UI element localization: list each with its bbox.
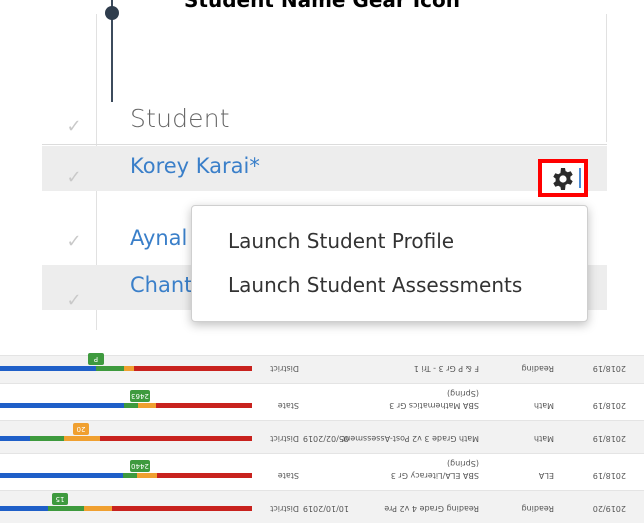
- table-header: [42, 93, 607, 145]
- assessment-name-cell[interactable]: SBA Mathematics Gr 3: [389, 401, 479, 410]
- student-name-link[interactable]: Korey Karai*: [130, 154, 260, 178]
- performance-bar-mid: [138, 403, 156, 408]
- student-column-header[interactable]: Student: [130, 104, 230, 133]
- year-cell: 2018/19: [592, 471, 626, 480]
- subject-cell: Math: [533, 401, 554, 410]
- performance-bar-target: [30, 436, 64, 441]
- performance-bar-low: [157, 473, 252, 478]
- year-cell: 2018/19: [592, 401, 626, 410]
- assessment-name-cell[interactable]: Reading Grade 4 v2 Pre: [384, 504, 479, 513]
- performance-bar-low: [156, 403, 252, 408]
- table-row: 2018/19 ELA SBA ELA/Literacy Gr 3 (Sprin…: [0, 453, 644, 490]
- student-name-link[interactable]: Aynal: [130, 226, 187, 250]
- term-cell: (Spring): [446, 459, 479, 468]
- level-cell: State: [277, 401, 299, 410]
- subject-cell: Reading: [521, 504, 554, 513]
- subject-cell: ELA: [538, 471, 554, 480]
- date-cell: 05/02/2019: [302, 434, 349, 443]
- gear-button[interactable]: [538, 159, 588, 197]
- row-check-icon[interactable]: ✓: [62, 231, 86, 252]
- performance-bar-high: [0, 436, 30, 441]
- row-check-icon[interactable]: ✓: [62, 290, 86, 311]
- performance-bar-target: [124, 403, 138, 408]
- level-cell: District: [270, 434, 299, 443]
- performance-bar-low: [134, 366, 252, 371]
- score-badge: P: [88, 353, 104, 365]
- level-cell: District: [270, 364, 299, 373]
- performance-bar-low: [112, 506, 252, 511]
- table-row: 2018/19 Math Math Grade 3 v2 Post-Assess…: [0, 420, 644, 453]
- performance-bar-high: [0, 403, 124, 408]
- table-row: 2019/20 Reading Reading Grade 4 v2 Pre 1…: [0, 490, 644, 523]
- assessment-name-cell[interactable]: Math Grade 3 v2 Post-Assessment: [342, 434, 479, 443]
- score-badge: 15: [52, 493, 68, 505]
- performance-bar-mid: [124, 366, 134, 371]
- table-row: Korey Karai*: [42, 146, 607, 191]
- performance-bar-high: [0, 506, 48, 511]
- performance-bar-target: [96, 366, 124, 371]
- assessment-name-cell[interactable]: F & P Gr 3 - Tri 1: [414, 364, 479, 373]
- row-check-icon[interactable]: ✓: [62, 167, 86, 188]
- table-row: 2018/19 Reading F & P Gr 3 - Tri 1 Distr…: [0, 353, 644, 383]
- score-badge: 20: [73, 423, 89, 435]
- performance-bar-mid: [137, 473, 157, 478]
- student-name-link[interactable]: Chant: [130, 273, 192, 297]
- gear-icon: [553, 168, 573, 190]
- level-cell: State: [277, 471, 299, 480]
- performance-bar-high: [0, 473, 123, 478]
- page-title: Student Name Gear Icon: [183, 0, 461, 12]
- year-cell: 2018/19: [592, 364, 626, 373]
- performance-bar-target: [48, 506, 84, 511]
- row-highlight-edge: [579, 168, 581, 188]
- year-cell: 2018/19: [592, 434, 626, 443]
- score-badge: 2463: [130, 390, 150, 402]
- year-cell: 2019/20: [592, 504, 626, 513]
- performance-bar-mid: [64, 436, 100, 441]
- student-actions-menu: Launch Student Profile Launch Student As…: [191, 205, 588, 322]
- performance-bar-target: [123, 473, 137, 478]
- performance-bar-mid: [84, 506, 112, 511]
- subject-cell: Math: [533, 434, 554, 443]
- table-row: 2018/19 Math SBA Mathematics Gr 3 (Sprin…: [0, 383, 644, 420]
- launch-student-profile-item[interactable]: Launch Student Profile: [228, 229, 454, 253]
- assessment-table: 2019/20 Reading Reading Grade 4 v2 Pre 1…: [0, 353, 644, 523]
- performance-bar-high: [0, 366, 96, 371]
- assessment-name-cell[interactable]: SBA ELA/Literacy Gr 3: [391, 471, 479, 480]
- date-cell: 10/10/2019: [302, 504, 349, 513]
- subject-cell: Reading: [521, 364, 554, 373]
- select-all-check-icon[interactable]: ✓: [62, 116, 86, 137]
- term-cell: (Spring): [446, 389, 479, 398]
- score-badge: 2440: [130, 460, 150, 472]
- level-cell: District: [270, 504, 299, 513]
- launch-student-assessments-item[interactable]: Launch Student Assessments: [228, 273, 522, 297]
- performance-bar-low: [100, 436, 252, 441]
- timeline-marker: [105, 6, 119, 20]
